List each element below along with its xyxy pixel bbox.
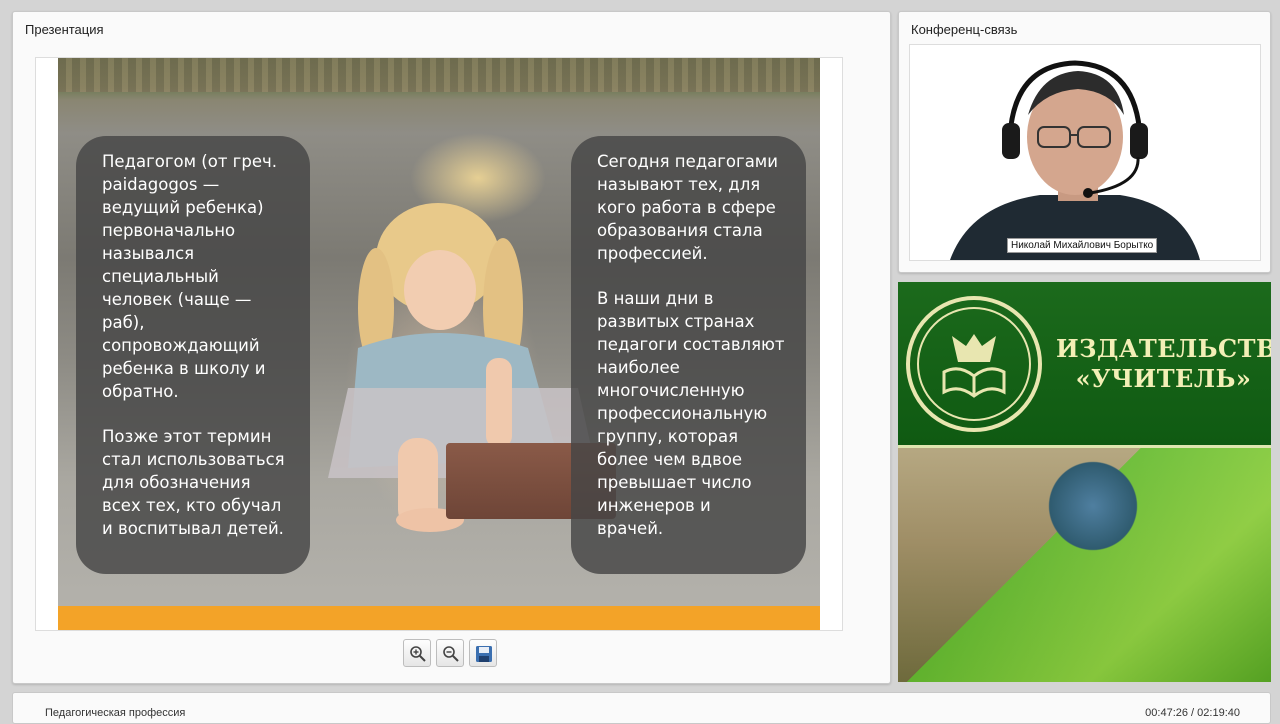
publisher-banner[interactable]: ИЗДАТЕЛЬСТВО «УЧИТЕЛЬ»: [898, 282, 1271, 682]
speaker-figure: [950, 60, 1200, 260]
speaker-video: Николай Михайлович Борытко: [909, 44, 1261, 261]
zoom-out-button[interactable]: [436, 639, 464, 667]
publisher-banner-header: ИЗДАТЕЛЬСТВО «УЧИТЕЛЬ»: [898, 282, 1271, 448]
current-time: 00:47:26: [1145, 707, 1188, 719]
presentation-panel-title: Презентация: [25, 22, 104, 37]
playback-timer: 00:47:26 / 02:19:40: [1145, 707, 1240, 719]
time-separator: /: [1188, 707, 1198, 719]
publisher-name: ИЗДАТЕЛЬСТВО «УЧИТЕЛЬ»: [1056, 334, 1271, 394]
lecture-title: Педагогическая профессия: [45, 707, 186, 719]
speaker-name-label: Николай Михайлович Борытко: [1007, 238, 1158, 253]
publisher-name-line2: «УЧИТЕЛЬ»: [1075, 364, 1252, 393]
presentation-panel: Презентация Педагогом (от греч. paidagog…: [12, 11, 891, 684]
zoom-out-icon: [443, 646, 459, 662]
zoom-in-button[interactable]: [403, 639, 431, 667]
slide-fence: [58, 58, 820, 92]
publisher-banner-books-image: [898, 448, 1271, 682]
slide-text-card-right: Сегодня педагогами называют тех, для ког…: [571, 136, 806, 574]
slide-left-paragraph-1: Педагогом (от греч. paidagogos — ведущий…: [102, 152, 277, 401]
slide-right-paragraph-2: В наши дни в развитых странах педагоги с…: [597, 289, 785, 538]
presentation-slide: Педагогом (от греч. paidagogos — ведущий…: [35, 57, 843, 631]
slide-accent-bar: [58, 606, 820, 630]
slide-left-paragraph-2: Позже этот термин стал использоваться дл…: [102, 427, 285, 538]
conference-panel-title: Конференц-связь: [911, 22, 1018, 37]
save-icon: [476, 646, 492, 662]
slide-right-paragraph-1: Сегодня педагогами называют тех, для ког…: [597, 152, 778, 263]
slide-text-card-left: Педагогом (от греч. paidagogos — ведущий…: [76, 136, 310, 574]
player-status-bar: Педагогическая профессия 00:47:26 / 02:1…: [12, 692, 1271, 724]
publisher-logo-icon: [906, 296, 1042, 432]
publisher-name-line1: ИЗДАТЕЛЬСТВО: [1056, 334, 1271, 363]
total-time: 02:19:40: [1197, 707, 1240, 719]
conference-panel: Конференц-связь Николай Михайлович Борыт…: [898, 11, 1271, 273]
zoom-in-icon: [410, 646, 426, 662]
save-button[interactable]: [469, 639, 497, 667]
